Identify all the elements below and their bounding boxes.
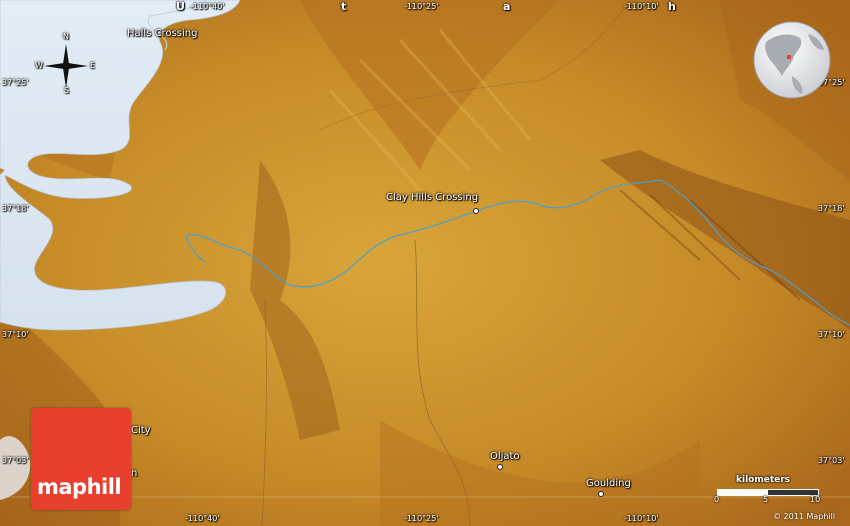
coord-top: -110°25': [404, 2, 439, 11]
scale-title: kilometers: [736, 475, 791, 485]
scale-bar: kilometers 0 5 10: [712, 475, 824, 510]
place-clay-hills-crossing[interactable]: Clay Hills Crossing: [386, 192, 478, 203]
map-view[interactable]: N S W E U t a h -110°40' -110°25' -110°1…: [0, 0, 850, 526]
coord-left: 37°18': [2, 204, 29, 213]
coord-left: 37°03': [2, 456, 29, 465]
place-goulding[interactable]: Goulding: [586, 478, 631, 489]
grid-letter: t: [341, 0, 347, 13]
place-marker: [473, 208, 479, 214]
coord-top: -110°10': [624, 2, 659, 11]
coord-top: -110°40': [190, 2, 225, 11]
coord-right: 37°03': [818, 456, 845, 465]
scale-tick: 10: [810, 495, 821, 504]
scale-tick: 5: [763, 495, 769, 504]
compass-e-label: E: [90, 61, 96, 70]
place-fragment[interactable]: n: [131, 468, 137, 479]
copyright-text: © 2011 Maphill: [773, 512, 836, 521]
place-city-fragment[interactable]: City: [131, 425, 151, 436]
place-halls-crossing[interactable]: Halls Crossing: [127, 28, 197, 39]
grid-letter: h: [668, 0, 676, 13]
coord-right: 37°18': [818, 204, 845, 213]
coord-left: 37°10': [2, 330, 29, 339]
place-marker: [497, 464, 503, 470]
coord-bottom: -110°10': [624, 514, 659, 523]
logo-text: maphill: [37, 475, 122, 499]
maphill-logo[interactable]: maphill: [31, 408, 131, 510]
locator-globe: [753, 21, 831, 99]
compass-w-label: W: [35, 61, 43, 70]
compass-n-label: N: [63, 32, 69, 41]
compass-rose: [44, 44, 88, 88]
grid-letter: a: [503, 0, 511, 13]
coord-bottom: -110°40': [185, 514, 220, 523]
compass-s-label: S: [64, 86, 70, 95]
scale-tick: 0: [714, 495, 720, 504]
coord-left: 37°25': [2, 78, 29, 87]
place-oljato[interactable]: Oljato: [490, 451, 520, 462]
place-marker: [598, 491, 604, 497]
coord-bottom: -110°25': [404, 514, 439, 523]
coord-right: 37°10': [818, 330, 845, 339]
grid-letter: U: [176, 0, 185, 13]
